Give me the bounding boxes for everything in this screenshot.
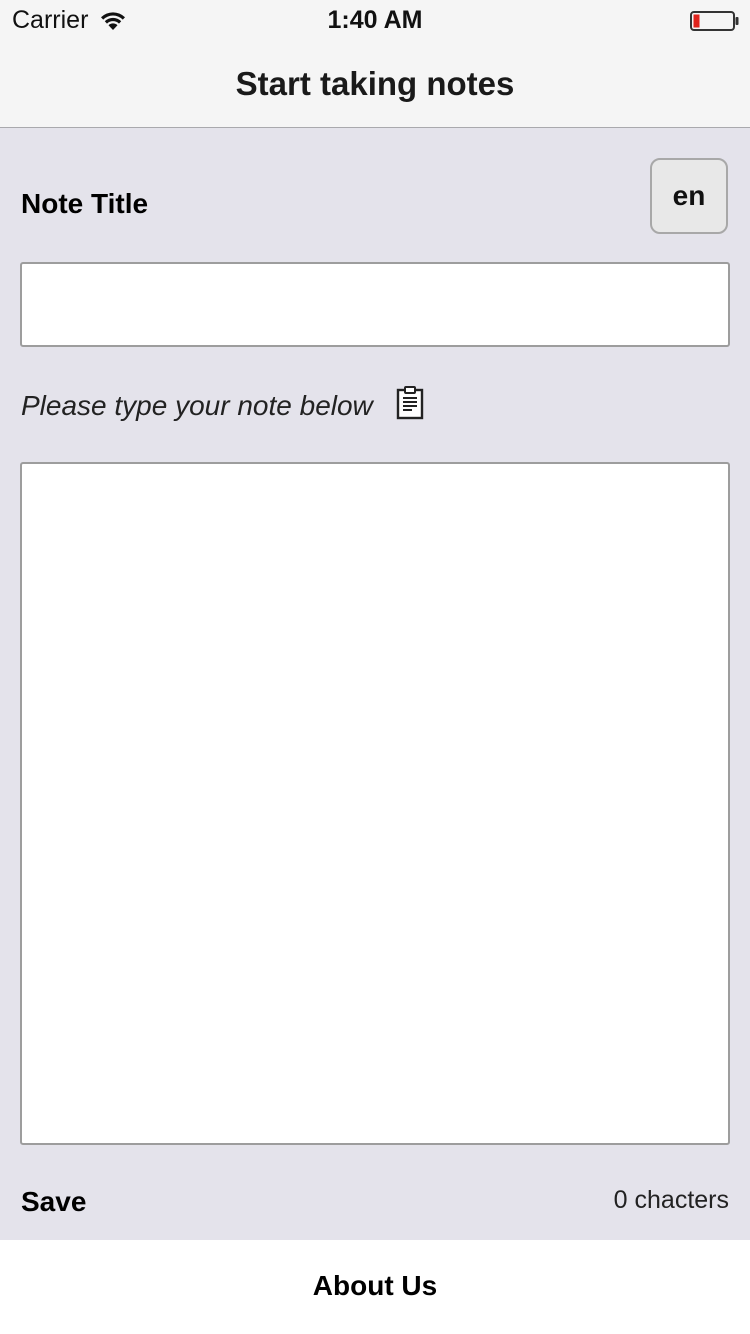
page-title: Start taking notes bbox=[235, 65, 515, 102]
note-body-textarea[interactable] bbox=[20, 462, 730, 1145]
navigation-bar: Start taking notes bbox=[0, 40, 750, 128]
character-count: 0 chacters bbox=[613, 1186, 729, 1214]
language-button[interactable]: en bbox=[650, 158, 728, 234]
note-hint-label: Please type your note below bbox=[21, 390, 373, 421]
status-bar: Carrier 1:40 AM bbox=[0, 0, 750, 40]
about-us-button[interactable]: About Us bbox=[0, 1270, 750, 1302]
bottom-bar: About Us bbox=[0, 1240, 750, 1334]
save-button[interactable]: Save bbox=[21, 1186, 86, 1218]
status-time: 1:40 AM bbox=[327, 6, 423, 34]
note-title-input[interactable] bbox=[20, 262, 730, 347]
clipboard-icon bbox=[396, 386, 424, 425]
battery-low-icon bbox=[690, 11, 740, 38]
note-title-label: Note Title bbox=[21, 188, 149, 219]
